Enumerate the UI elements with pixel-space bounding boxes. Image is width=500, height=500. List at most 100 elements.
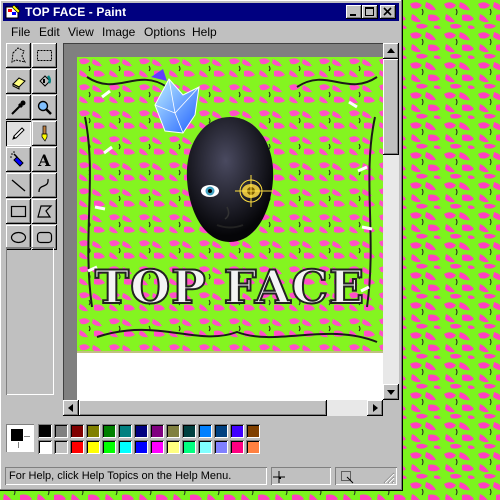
airbrush-icon [10,151,24,167]
palette-swatch[interactable] [70,424,84,438]
fill-bucket-icon [39,75,52,87]
palette-swatch[interactable] [38,440,52,454]
minimize-button[interactable] [346,5,362,19]
tool-line[interactable] [6,173,31,198]
tool-eraser[interactable] [6,69,31,94]
tool-airbrush[interactable] [6,147,31,172]
ellipse-icon [10,231,27,244]
eraser-icon [12,77,26,90]
tool-magnifier[interactable] [32,95,57,120]
palette-swatch[interactable] [102,424,116,438]
close-icon [383,7,392,16]
arrow-left-icon [68,404,73,412]
tool-rectangle[interactable] [6,199,31,224]
window-title: TOP FACE - Paint [25,5,126,19]
maximize-button[interactable] [362,5,378,19]
scroll-up-button[interactable] [383,43,399,59]
foreground-color-swatch[interactable] [11,429,23,441]
rectangle-select-icon [37,50,52,61]
palette-swatch[interactable] [246,424,260,438]
tool-text[interactable]: A [32,147,57,172]
horizontal-scrollbar[interactable] [63,400,383,416]
status-selection-size [335,467,397,485]
menu-view-label: View [68,25,94,39]
artwork-title: TOP FACE [95,260,365,314]
scroll-right-button[interactable] [367,400,383,416]
brush-icon [41,125,48,142]
cursor-position-icon [273,471,285,483]
polygon-icon [37,205,53,218]
resize-grip-icon[interactable] [381,470,395,484]
palette-swatch[interactable] [198,424,212,438]
vertical-scroll-thumb[interactable] [383,59,399,155]
horizontal-scroll-thumb[interactable] [79,400,327,416]
tool-curve[interactable] [32,173,57,198]
drawing-canvas[interactable]: TOP FACE [77,57,383,400]
menu-options[interactable]: Options [144,25,185,39]
menu-image-label: Image [102,25,136,39]
paint-window: TOP FACE - Paint File Edit View Image Op… [0,0,403,491]
close-button[interactable] [380,5,396,19]
tool-options-box[interactable] [6,247,54,395]
magnifier-icon [37,100,52,115]
menu-edit-label: Edit [39,25,60,39]
tool-rectangle-select[interactable] [32,43,57,68]
minimize-icon [350,14,356,16]
palette-swatch[interactable] [230,440,244,454]
pick-color-icon [11,100,26,115]
palette-swatch[interactable] [150,440,164,454]
menu-edit[interactable]: Edit [39,25,60,39]
status-message: For Help, click Help Topics on the Help … [9,470,232,482]
palette-swatch[interactable] [150,424,164,438]
color-palette [4,422,400,462]
menu-file[interactable]: File [11,25,30,39]
status-cursor-position [271,467,331,485]
palette-swatch[interactable] [38,424,52,438]
tool-free-form-select[interactable] [6,43,31,68]
tool-pick-color[interactable] [6,95,31,120]
palette-swatch[interactable] [102,440,116,454]
palette-swatch[interactable] [166,440,180,454]
text-icon: A [37,151,51,168]
tool-fill[interactable] [32,69,57,94]
tool-pencil[interactable] [6,121,31,146]
palette-swatch[interactable] [118,424,132,438]
palette-swatch[interactable] [214,424,228,438]
rounded-rectangle-icon [36,231,53,244]
scroll-down-button[interactable] [383,384,399,400]
palette-swatch[interactable] [86,440,100,454]
menu-help[interactable]: Help [192,25,217,39]
title-app-name: Paint [96,5,127,19]
palette-swatch[interactable] [86,424,100,438]
palette-swatch[interactable] [214,440,228,454]
palette-swatch[interactable] [54,424,68,438]
menu-image[interactable]: Image [102,25,135,39]
paint-app-icon [5,4,21,19]
palette-swatch[interactable] [246,440,260,454]
scroll-left-button[interactable] [63,400,79,416]
palette-swatch[interactable] [54,440,68,454]
status-bar: For Help, click Help Topics on the Help … [3,466,399,486]
arrow-down-icon [387,390,395,395]
palette-swatch[interactable] [182,424,196,438]
palette-swatch[interactable] [182,440,196,454]
palette-swatch[interactable] [230,424,244,438]
menu-view[interactable]: View [68,25,94,39]
artwork: TOP FACE [77,57,383,400]
palette-swatch[interactable] [134,424,148,438]
current-colors[interactable] [6,424,34,452]
palette-swatch[interactable] [134,440,148,454]
menu-help-label: Help [192,25,217,39]
tool-polygon[interactable] [32,199,57,224]
palette-swatch[interactable] [70,440,84,454]
title-separator: - [85,5,97,19]
title-bar[interactable]: TOP FACE - Paint [3,3,399,21]
arrow-up-icon [387,48,395,53]
vertical-scrollbar[interactable] [383,43,399,400]
canvas-area: TOP FACE [63,43,383,400]
menu-bar: File Edit View Image Options Help [3,22,399,41]
palette-swatch[interactable] [166,424,180,438]
palette-swatch[interactable] [198,440,212,454]
palette-swatch[interactable] [118,440,132,454]
tool-brush[interactable] [32,121,57,146]
